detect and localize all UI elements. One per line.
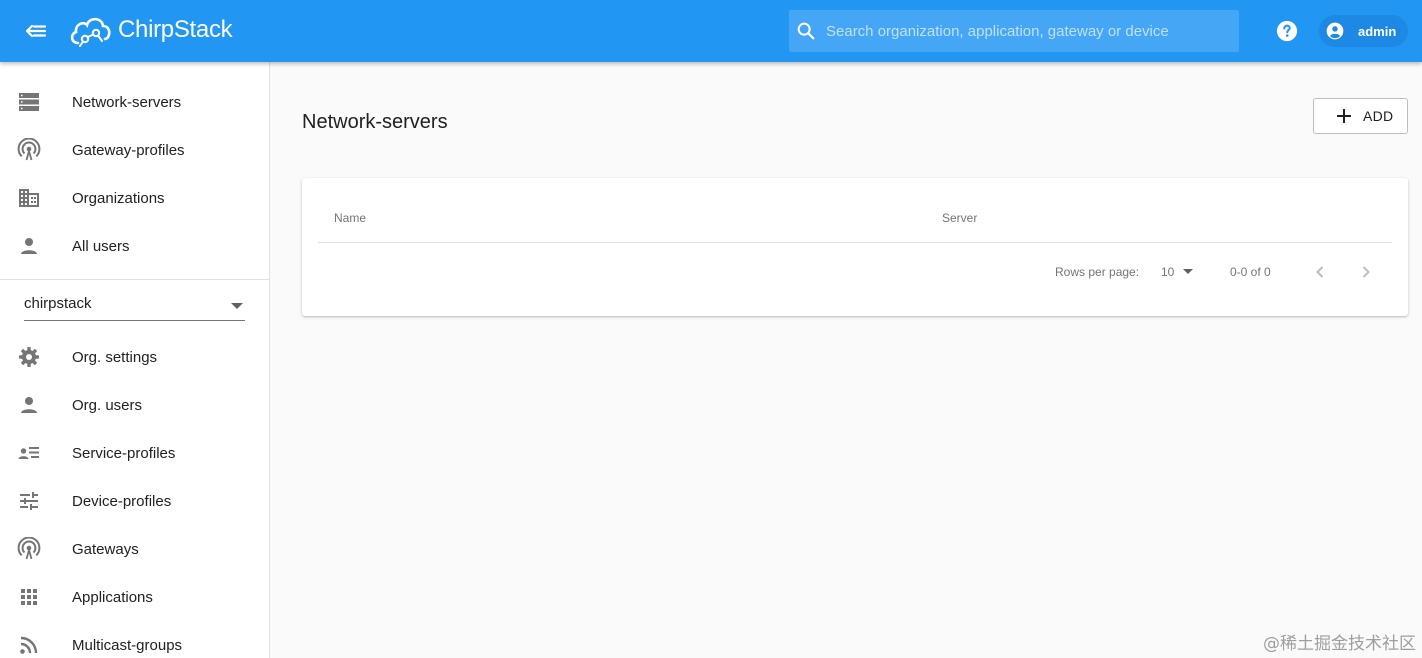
sidebar-item-label: Org. settings [72,348,158,366]
table-pagination: Rows per page: 10 0-0 of 0 [302,243,1408,299]
rss-icon [20,636,38,654]
gear-icon [19,347,39,367]
sidebar-item-label: Org. users [72,396,143,414]
column-header-server[interactable]: Server [942,211,977,225]
sidebar-item-device-profiles[interactable]: Device-profiles [0,477,269,525]
sidebar-item-label: All users [72,237,130,255]
sidebar-item-label: Multicast-groups [72,636,183,654]
add-button[interactable]: ADD [1313,98,1408,134]
sidebar-item-multicast-groups[interactable]: Multicast-groups [0,621,269,658]
search-input[interactable] [817,10,1239,52]
chevron-down-icon [1183,269,1193,274]
access-point-icon [17,537,41,560]
plus-icon [1337,109,1351,123]
user-menu-button[interactable]: admin [1319,15,1408,47]
rows-per-page-value: 10 [1161,265,1175,279]
chevron-right-icon[interactable] [1354,260,1378,284]
sidebar-item-applications[interactable]: Applications [0,573,269,621]
sidebar-item-service-profiles[interactable]: Service-profiles [0,429,269,477]
column-header-name[interactable]: Name [334,211,366,225]
sidebar-item-all-users[interactable]: All users [0,222,269,270]
table-header: Name Server [318,178,1392,243]
chevron-left-icon[interactable] [1308,260,1332,284]
pagination-range: 0-0 of 0 [1230,265,1271,279]
account-details-icon [18,447,39,459]
cloud-logo-icon [70,17,111,47]
access-point-icon [17,138,41,161]
network-servers-table: Name Server Rows per page: 10 0-0 of 0 [302,178,1408,316]
sidebar-item-gateway-profiles[interactable]: Gateway-profiles [0,126,269,174]
sidebar: Network-servers Gateway-profiles Organiz… [0,62,270,658]
add-button-label: ADD [1363,108,1394,124]
sidebar-item-label: Gateway-profiles [72,141,185,159]
sidebar-item-org-settings[interactable]: Org. settings [0,333,269,381]
person-icon [21,238,37,254]
account-icon [1326,22,1344,40]
sidebar-item-label: Device-profiles [72,492,172,510]
sidebar-item-network-servers[interactable]: Network-servers [0,78,269,126]
server-icon [19,93,39,111]
sidebar-item-label: Gateways [72,540,139,558]
rows-per-page-select[interactable]: 10 [1161,263,1195,281]
chevron-down-icon [231,303,243,309]
rows-per-page-label: Rows per page: [1055,265,1140,279]
apps-icon [21,589,37,605]
tune-icon [20,492,38,510]
menu-collapse-icon[interactable] [22,19,48,43]
organization-select-value: chirpstack [24,295,92,312]
user-name: admin [1358,23,1397,39]
watermark: @稀土掘金技术社区 [1263,634,1416,654]
sidebar-item-label: Network-servers [72,93,182,111]
sidebar-divider [0,279,269,280]
brand-name: ChirpStack [118,16,233,43]
sidebar-item-org-users[interactable]: Org. users [0,381,269,429]
search-bar[interactable] [789,10,1239,52]
organization-select[interactable]: chirpstack [24,293,245,321]
person-icon [21,397,37,413]
sidebar-item-label: Applications [72,588,153,606]
help-icon[interactable] [1276,20,1298,42]
chirpstack-logo[interactable]: ChirpStack [68,10,233,50]
sidebar-item-organizations[interactable]: Organizations [0,174,269,222]
sidebar-item-gateways[interactable]: Gateways [0,525,269,573]
search-icon [797,22,815,40]
app-bar: ChirpStack admin [0,0,1422,62]
domain-icon [19,189,39,207]
sidebar-item-label: Service-profiles [72,444,176,462]
page-title: Network-servers [302,111,448,133]
sidebar-item-label: Organizations [72,189,165,207]
